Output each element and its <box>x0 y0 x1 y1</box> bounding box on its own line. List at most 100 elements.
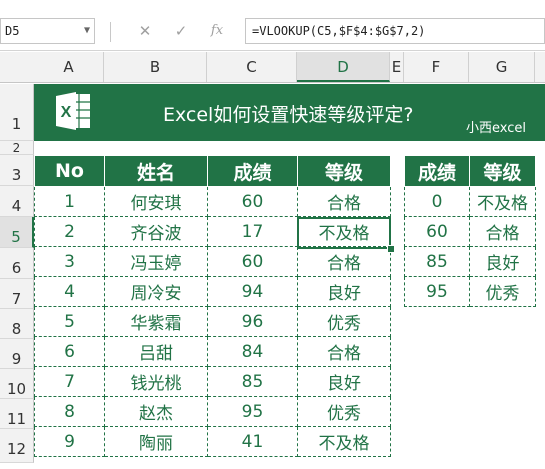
cell-grade[interactable]: 合格 <box>469 216 536 247</box>
cell-name[interactable]: 陶丽 <box>104 426 208 457</box>
cell-no[interactable]: 8 <box>34 396 105 427</box>
table-row: 5 华紫霜 96 优秀 <box>34 306 391 337</box>
column-headers: A B C D E F G <box>0 52 545 83</box>
row-header-9[interactable]: 9 <box>0 339 34 369</box>
row-header-7[interactable]: 7 <box>0 279 34 309</box>
chevron-down-icon[interactable]: ▼ <box>84 19 90 43</box>
header-score[interactable]: 成绩 <box>207 155 298 187</box>
column-header-d[interactable]: D <box>297 52 390 82</box>
active-cell-selection[interactable] <box>297 217 391 249</box>
column-header-e[interactable]: E <box>390 52 404 82</box>
cell-score[interactable]: 17 <box>207 216 298 247</box>
enter-icon[interactable]: ✓ <box>170 19 192 43</box>
table-row: 8 赵杰 95 优秀 <box>34 396 391 427</box>
formula-bar: D5 ▼ ✕ ✓ fx =VLOOKUP(C5,$F$4:$G$7,2) <box>0 0 545 51</box>
name-box-value: D5 <box>5 24 20 38</box>
header-score[interactable]: 成绩 <box>404 155 470 187</box>
column-header-g[interactable]: G <box>469 52 535 82</box>
cell-score[interactable]: 84 <box>207 336 298 367</box>
cell-name[interactable]: 何安琪 <box>104 186 208 217</box>
cell-no[interactable]: 4 <box>34 276 105 307</box>
row-header-8[interactable]: 8 <box>0 309 34 339</box>
row-header-12[interactable]: 12 <box>0 429 34 463</box>
cell-score[interactable]: 94 <box>207 276 298 307</box>
header-grade[interactable]: 等级 <box>297 155 391 187</box>
cell-name[interactable]: 周冷安 <box>104 276 208 307</box>
cell-no[interactable]: 9 <box>34 426 105 457</box>
column-header-f[interactable]: F <box>404 52 469 82</box>
fill-handle[interactable] <box>387 245 395 253</box>
cell-score[interactable]: 96 <box>207 306 298 337</box>
table-header-row: 成绩 等级 <box>404 155 536 187</box>
table-row: 7 钱光桃 85 良好 <box>34 366 391 397</box>
table-row: 9 陶丽 41 不及格 <box>34 426 391 457</box>
table-row: 85 良好 <box>404 246 536 277</box>
cell-score[interactable]: 95 <box>404 276 470 307</box>
header-grade[interactable]: 等级 <box>469 155 536 187</box>
column-header-a[interactable]: A <box>34 52 104 82</box>
cell-name[interactable]: 华紫霜 <box>104 306 208 337</box>
cell-no[interactable]: 5 <box>34 306 105 337</box>
grades-table: No 姓名 成绩 等级 1 何安琪 60 合格 2 齐谷波 17 不及格 3 冯… <box>34 155 391 457</box>
banner-author: 小西excel <box>466 121 526 136</box>
cell-grade[interactable]: 合格 <box>297 246 391 277</box>
cell-score[interactable]: 85 <box>404 246 470 277</box>
cell-grade[interactable]: 优秀 <box>469 276 536 307</box>
table-header-row: No 姓名 成绩 等级 <box>34 155 391 187</box>
table-row: 60 合格 <box>404 216 536 247</box>
row-header-4[interactable]: 4 <box>0 186 34 217</box>
row-header-10[interactable]: 10 <box>0 369 34 399</box>
cell-no[interactable]: 3 <box>34 246 105 277</box>
cell-no[interactable]: 7 <box>34 366 105 397</box>
excel-logo-letter: X <box>61 104 72 121</box>
cell-score[interactable]: 60 <box>207 246 298 277</box>
cell-grade[interactable]: 优秀 <box>297 306 391 337</box>
cell-score[interactable]: 0 <box>404 186 470 217</box>
cell-score[interactable]: 85 <box>207 366 298 397</box>
header-name[interactable]: 姓名 <box>104 155 208 187</box>
cell-name[interactable]: 吕甜 <box>104 336 208 367</box>
table-row: 3 冯玉婷 60 合格 <box>34 246 391 277</box>
cell-score[interactable]: 60 <box>404 216 470 247</box>
cell-no[interactable]: 6 <box>34 336 105 367</box>
cell-grade[interactable]: 合格 <box>297 186 391 217</box>
formula-bar-divider <box>110 22 111 42</box>
formula-input[interactable]: =VLOOKUP(C5,$F$4:$G$7,2) <box>245 18 545 44</box>
cell-name[interactable]: 赵杰 <box>104 396 208 427</box>
header-no[interactable]: No <box>34 155 105 187</box>
row-header-2[interactable]: 2 <box>0 141 34 155</box>
lookup-table: 成绩 等级 0 不及格 60 合格 85 良好 95 优秀 <box>404 155 536 307</box>
cancel-icon[interactable]: ✕ <box>134 19 156 43</box>
cell-grade[interactable]: 良好 <box>297 276 391 307</box>
row-header-5[interactable]: 5 <box>0 217 34 248</box>
cell-name[interactable]: 钱光桃 <box>104 366 208 397</box>
cell-no[interactable]: 2 <box>34 216 105 247</box>
insert-function-icon[interactable]: fx <box>206 19 228 43</box>
cell-grade[interactable]: 合格 <box>297 336 391 367</box>
row-header-11[interactable]: 11 <box>0 399 34 429</box>
table-row: 0 不及格 <box>404 186 536 217</box>
cell-grade[interactable]: 优秀 <box>297 396 391 427</box>
row-header-3[interactable]: 3 <box>0 155 34 186</box>
cell-no[interactable]: 1 <box>34 186 105 217</box>
cell-name[interactable]: 齐谷波 <box>104 216 208 247</box>
cell-name[interactable]: 冯玉婷 <box>104 246 208 277</box>
cell-score[interactable]: 95 <box>207 396 298 427</box>
cell-grade[interactable]: 良好 <box>297 366 391 397</box>
table-row: 1 何安琪 60 合格 <box>34 186 391 217</box>
cell-grade[interactable]: 不及格 <box>469 186 536 217</box>
cell-grade[interactable]: 良好 <box>469 246 536 277</box>
banner-title: Excel如何设置快速等级评定? <box>163 104 414 126</box>
column-header-c[interactable]: C <box>207 52 297 82</box>
cell-score[interactable]: 41 <box>207 426 298 457</box>
name-box[interactable]: D5 ▼ <box>0 18 95 44</box>
row-header-1[interactable]: 1 <box>0 84 34 141</box>
table-row: 4 周冷安 94 良好 <box>34 276 391 307</box>
cell-score[interactable]: 60 <box>207 186 298 217</box>
column-header-b[interactable]: B <box>104 52 207 82</box>
excel-logo-icon: X <box>56 92 90 130</box>
table-row: 95 优秀 <box>404 276 536 307</box>
cell-grade[interactable]: 不及格 <box>297 426 391 457</box>
title-banner: X Excel如何设置快速等级评定? 小西excel <box>34 84 545 141</box>
row-header-6[interactable]: 6 <box>0 248 34 279</box>
